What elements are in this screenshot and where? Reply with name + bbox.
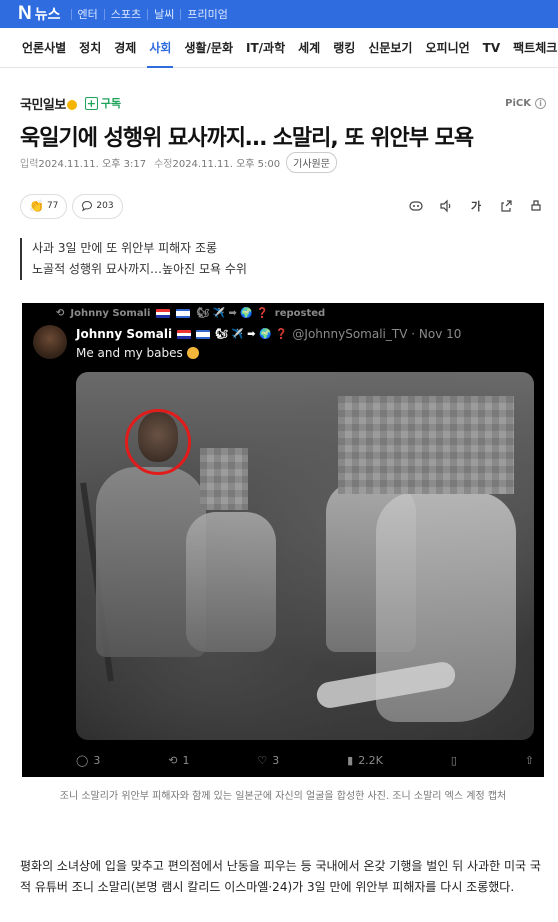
subscribe-button[interactable]: + 구독 (84, 95, 122, 111)
section-tab-ranking[interactable]: 랭킹 (333, 28, 355, 68)
input-date: 2024.11.11. 오후 3:17 (38, 158, 147, 170)
article-body: 평화의 소녀상에 입을 맞추고 편의점에서 난동을 피우는 등 국내에서 온갖 … (20, 859, 541, 894)
section-tab-politics[interactable]: 정치 (79, 28, 101, 68)
section-tab-newspaper[interactable]: 신문보기 (368, 28, 412, 68)
print-icon[interactable] (528, 198, 544, 214)
reaction-row: 👏 77 203 가 (20, 193, 546, 219)
section-tab-economy[interactable]: 경제 (114, 28, 136, 68)
red-highlight-circle (125, 409, 191, 475)
news-logo-text: 뉴스 (34, 7, 61, 23)
tweet-author: Johnny Somali 🐿 ✈️ ➡ 🌍 ❓ @JohnnySomali_T… (76, 327, 461, 341)
tweet-handle: @JohnnySomali_TV · Nov 10 (292, 327, 462, 341)
retweet-count: 1 (182, 754, 190, 767)
font-size-icon[interactable]: 가 (468, 198, 484, 214)
tweet-actions: ◯ 3 ⟲ 1 ♡ 3 ▮ 2.2K ▯ ⇧ (76, 754, 534, 767)
flag-icon (196, 329, 211, 339)
section-tab-life-culture[interactable]: 생활/문화 (184, 28, 233, 68)
section-tab-factcheck[interactable]: 팩트체크 (513, 28, 557, 68)
repost-icon: ⟲ (56, 308, 65, 319)
press-name: 국민일보 (20, 97, 66, 113)
heart-icon: ♡ (257, 754, 268, 767)
reply-icon: ◯ (76, 754, 89, 767)
views-icon: ▮ (347, 754, 354, 767)
original-article-button[interactable]: 기사원문 (286, 151, 337, 173)
composited-photo (76, 372, 534, 740)
emoji-icons: 🐿 ✈️ ➡ 🌍 ❓ (196, 308, 269, 319)
subscribe-label: 구독 (100, 97, 122, 110)
article-photo[interactable]: ⟲ Johnny Somali 🐿 ✈️ ➡ 🌍 ❓ reposted John… (22, 303, 544, 777)
press-smile-icon (66, 99, 77, 110)
reaction-count: 77 (46, 201, 59, 211)
blush-emoji-icon (186, 347, 199, 359)
tweet-text-line: Me and my babes (76, 346, 199, 360)
mosaic-blur (338, 396, 514, 494)
info-icon[interactable]: i (535, 97, 546, 109)
retweet-action[interactable]: ⟲ 1 (168, 754, 189, 767)
font-size-label: 가 (470, 200, 482, 213)
section-tab-tv[interactable]: TV (483, 28, 500, 68)
upload-icon: ⇧ (524, 754, 534, 767)
mosaic-blur (200, 448, 248, 510)
top-nav-sports[interactable]: 스포츠 (103, 8, 147, 20)
reaction-button[interactable]: 👏 77 (20, 193, 68, 219)
modified-date: 2024.11.11. 오후 5:00 (172, 158, 281, 170)
share-action[interactable]: ⇧ (525, 754, 534, 767)
pick-label: PiCK (505, 97, 531, 109)
repost-suffix: reposted (274, 308, 326, 319)
plus-icon: + (84, 96, 98, 110)
section-nav: 언론사별 정치 경제 사회 생활/문화 IT/과학 세계 랭킹 신문보기 오피니… (0, 28, 558, 68)
article-dates: 입력 2024.11.11. 오후 3:17 수정 2024.11.11. 오후… (20, 151, 337, 173)
emoji-icons: 🐿 ✈️ ➡ 🌍 ❓ (215, 328, 288, 340)
press-logo[interactable]: 국민일보 (20, 94, 77, 113)
volume-icon[interactable] (438, 198, 454, 214)
reply-count: 3 (93, 754, 101, 767)
section-tab-world[interactable]: 세계 (298, 28, 320, 68)
article-headline: 욱일기에 성행위 묘사까지… 소말리, 또 위안부 모욕 (20, 126, 474, 151)
comment-icon (82, 200, 93, 212)
avatar (33, 325, 67, 359)
section-tab-it-science[interactable]: IT/과학 (246, 28, 285, 68)
repost-line: ⟲ Johnny Somali 🐿 ✈️ ➡ 🌍 ❓ reposted (56, 308, 325, 319)
top-nav-entertainment[interactable]: 엔터 (70, 8, 104, 20)
modified-date-label: 수정 (154, 158, 173, 170)
pick-badge[interactable]: PiCK i (505, 97, 546, 109)
audio-icon[interactable] (408, 198, 424, 214)
bookmark-icon: ▯ (450, 754, 457, 767)
top-nav: 엔터 스포츠 날씨 프리미엄 (70, 8, 234, 20)
tweet-name: Johnny Somali (76, 327, 173, 341)
photo-caption: 조니 소말리가 위안부 피해자와 함께 있는 일본군에 자신의 얼굴을 합성한 … (59, 791, 507, 802)
article-summary: 사과 3일 만에 또 위안부 피해자 조롱 노골적 성행위 묘사까지…높아진 모… (20, 238, 247, 280)
flag-icon (176, 309, 191, 318)
reply-action[interactable]: ◯ 3 (76, 754, 100, 767)
like-count: 3 (272, 754, 280, 767)
section-tab-opinion[interactable]: 오피니언 (425, 28, 469, 68)
input-date-label: 입력 (20, 158, 39, 170)
like-action[interactable]: ♡ 3 (257, 754, 279, 767)
views-count: 2.2K (358, 754, 383, 767)
comment-button[interactable]: 203 (72, 193, 123, 219)
naver-logo-mark: N (18, 3, 32, 24)
top-bar: N 뉴스 엔터 스포츠 날씨 프리미엄 (0, 0, 558, 28)
woman-figure (186, 512, 276, 652)
views-action[interactable]: ▮ 2.2K (347, 754, 383, 767)
bookmark-action[interactable]: ▯ (451, 754, 457, 767)
naver-news-logo[interactable]: N 뉴스 (18, 3, 61, 25)
flag-icon (177, 329, 192, 339)
summary-line: 사과 3일 만에 또 위안부 피해자 조롱 (32, 241, 218, 255)
top-nav-premium[interactable]: 프리미엄 (180, 8, 233, 20)
top-nav-weather[interactable]: 날씨 (147, 8, 180, 20)
press-row: 국민일보 + 구독 PiCK i (20, 94, 546, 113)
clap-icon: 👏 (29, 199, 44, 213)
section-tab-society[interactable]: 사회 (147, 28, 174, 68)
repost-name: Johnny Somali (70, 308, 151, 319)
comment-count: 203 (96, 201, 114, 211)
share-icon[interactable] (498, 198, 514, 214)
section-tab-press[interactable]: 언론사별 (22, 28, 66, 68)
tweet-text: Me and my babes (76, 346, 183, 360)
article-tools: 가 (408, 198, 544, 214)
summary-line: 노골적 성행위 묘사까지…높아진 모욕 수위 (32, 262, 247, 276)
retweet-icon: ⟲ (168, 754, 178, 767)
flag-icon (156, 309, 171, 318)
